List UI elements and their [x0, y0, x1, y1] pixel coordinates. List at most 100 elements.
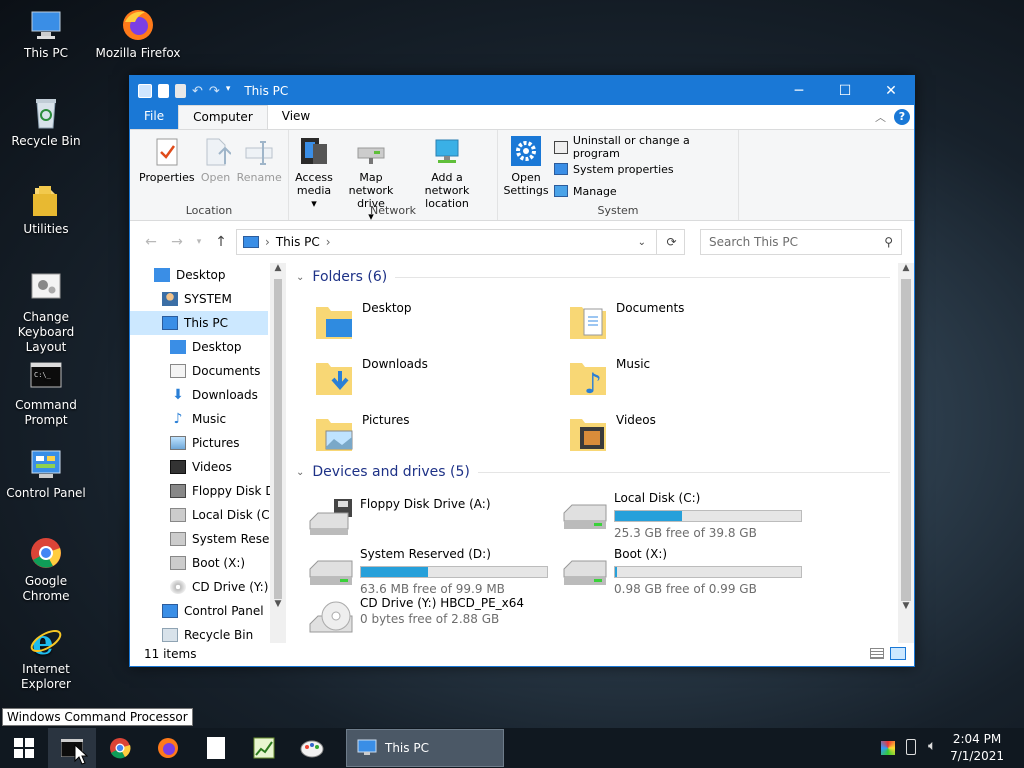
- desktop-icon-utilities[interactable]: Utilities: [0, 184, 92, 237]
- minimize-button[interactable]: ─: [776, 76, 822, 105]
- nav-item-system-reserved[interactable]: System Reserve: [170, 527, 286, 551]
- section-drives-header[interactable]: ⌄ Devices and drives (5): [296, 464, 890, 480]
- tab-computer[interactable]: Computer: [178, 105, 268, 129]
- tab-file[interactable]: File: [130, 105, 179, 129]
- nav-item-pictures[interactable]: Pictures: [170, 431, 240, 455]
- nav-item-floppy[interactable]: Floppy Disk Dri: [170, 479, 283, 503]
- taskbar-command-prompt[interactable]: [48, 728, 96, 768]
- desktop-icon-firefox[interactable]: Mozilla Firefox: [92, 8, 184, 61]
- ribbon-tabs: File Computer View ︿ ?: [130, 105, 914, 129]
- desktop-icon-command-prompt[interactable]: C:\_ Command Prompt: [0, 360, 92, 428]
- content-scrollbar[interactable]: ▲ ▼: [898, 263, 914, 643]
- mouse-cursor-icon: [74, 744, 88, 765]
- desktop-icon-label: Change Keyboard Layout: [17, 310, 75, 354]
- redo-icon[interactable]: ↷: [209, 84, 220, 99]
- nav-item-music[interactable]: ♪ Music: [170, 407, 227, 431]
- folder-item-videos[interactable]: Videos: [568, 413, 656, 453]
- qa-dropdown-icon[interactable]: ▾: [226, 84, 231, 98]
- drive-item-local-disk[interactable]: Local Disk (C:) 25.3 GB free of 39.8 GB: [562, 491, 812, 540]
- folder-item-pictures[interactable]: Pictures: [314, 413, 410, 453]
- volume-muted-icon[interactable]: 🔈︎: [928, 738, 936, 754]
- folder-item-downloads[interactable]: Downloads: [314, 357, 428, 397]
- address-bar-row: ← → ▾ ↑ › This PC › ⌄ ⟳ Search This PC ⚲: [130, 221, 914, 263]
- downloads-folder-icon: [314, 357, 354, 397]
- nav-item-videos[interactable]: Videos: [170, 455, 232, 479]
- desktop-folder-icon: [314, 301, 354, 341]
- desktop-icon-internet-explorer[interactable]: e Internet Explorer: [0, 623, 92, 692]
- folder-item-music[interactable]: ♪ Music: [568, 357, 650, 400]
- folder-item-desktop[interactable]: Desktop: [314, 301, 412, 341]
- properties-qa-icon[interactable]: [158, 83, 169, 98]
- new-folder-qa-icon[interactable]: [175, 83, 186, 98]
- chevron-down-icon: ⌄: [296, 466, 305, 478]
- scroll-down-icon[interactable]: ▼: [270, 599, 286, 615]
- nav-item-control-panel[interactable]: Control Panel: [162, 599, 264, 623]
- address-box[interactable]: › This PC › ⌄: [236, 229, 685, 255]
- refresh-button[interactable]: ⟳: [656, 229, 686, 255]
- manage-button[interactable]: Manage: [554, 180, 738, 202]
- taskbar-this-pc-window[interactable]: This PC: [346, 729, 504, 767]
- recent-locations-icon[interactable]: ▾: [194, 237, 204, 247]
- undo-icon[interactable]: ↶: [192, 84, 203, 99]
- nav-item-user[interactable]: SYSTEM: [162, 287, 232, 311]
- desktop-icon-keyboard-layout[interactable]: Change Keyboard Layout: [0, 272, 92, 355]
- scroll-up-icon[interactable]: ▲: [898, 263, 914, 279]
- section-folders-header[interactable]: ⌄ Folders (6): [296, 269, 890, 285]
- desktop-icon-this-pc[interactable]: This PC: [0, 8, 92, 61]
- computer-icon: [357, 739, 377, 755]
- folder-item-documents[interactable]: Documents: [568, 301, 684, 341]
- hard-drive-icon: [309, 560, 353, 585]
- desktop-icon-recycle-bin[interactable]: Recycle Bin: [0, 96, 92, 149]
- maximize-button[interactable]: ☐: [822, 76, 868, 105]
- uninstall-program-button[interactable]: Uninstall or change a program: [554, 134, 738, 160]
- collapse-ribbon-icon[interactable]: ︿: [875, 109, 886, 125]
- search-input[interactable]: Search This PC: [709, 235, 798, 249]
- scroll-up-icon[interactable]: ▲: [270, 263, 286, 279]
- desktop-icon-label: Internet Explorer: [21, 662, 71, 691]
- details-view-icon[interactable]: [870, 648, 884, 659]
- nav-item-desktop-root[interactable]: Desktop: [154, 263, 226, 287]
- tray-color-icon[interactable]: [881, 741, 895, 755]
- drive-item-floppy[interactable]: Floppy Disk Drive (A:): [308, 497, 558, 545]
- drive-item-cd[interactable]: CD Drive (Y:) HBCD_PE_x64 0 bytes free o…: [308, 596, 558, 643]
- breadcrumb-this-pc[interactable]: This PC: [276, 235, 320, 249]
- taskbar-paint[interactable]: [288, 728, 336, 768]
- tray-clock[interactable]: 2:04 PM 7/1/2021: [950, 731, 1004, 765]
- nav-item-downloads[interactable]: ⬇ Downloads: [170, 383, 258, 407]
- nav-item-recycle-bin[interactable]: Recycle Bin: [162, 623, 253, 643]
- taskbar-task-manager[interactable]: [240, 728, 288, 768]
- up-button[interactable]: ↑: [212, 234, 230, 250]
- tab-view[interactable]: View: [268, 105, 324, 129]
- nav-scroll-thumb[interactable]: [274, 279, 282, 599]
- help-icon[interactable]: ?: [894, 109, 910, 125]
- nav-item-documents[interactable]: Documents: [170, 359, 260, 383]
- address-dropdown-icon[interactable]: ⌄: [638, 237, 646, 248]
- taskbar-notepad[interactable]: [192, 728, 240, 768]
- cd-drive-icon: [309, 601, 353, 633]
- nav-item-local-disk[interactable]: Local Disk (C:): [170, 503, 278, 527]
- title-bar[interactable]: ↶ ↷ ▾ This PC ─ ☐ ✕: [130, 76, 914, 105]
- large-icons-view-icon[interactable]: [890, 647, 906, 660]
- nav-scrollbar[interactable]: ▲ ▼: [270, 263, 286, 643]
- close-button[interactable]: ✕: [868, 76, 914, 105]
- back-button[interactable]: ←: [142, 234, 160, 250]
- system-properties-button[interactable]: System properties: [554, 158, 738, 180]
- desktop-icon-chrome[interactable]: Google Chrome: [0, 536, 92, 604]
- start-button[interactable]: [0, 728, 48, 768]
- desktop-icon-control-panel[interactable]: Control Panel: [0, 448, 92, 501]
- drive-item-boot[interactable]: Boot (X:) 0.98 GB free of 0.99 GB: [562, 547, 812, 596]
- taskbar-chrome[interactable]: [96, 728, 144, 768]
- nav-item-this-pc[interactable]: This PC: [130, 311, 268, 335]
- content-scroll-thumb[interactable]: [901, 279, 911, 601]
- nav-item-boot[interactable]: Boot (X:): [170, 551, 245, 575]
- nav-item-desktop[interactable]: Desktop: [170, 335, 242, 359]
- scroll-down-icon[interactable]: ▼: [898, 601, 914, 617]
- taskbar-firefox[interactable]: [144, 728, 192, 768]
- settings-gear-icon: [511, 136, 541, 168]
- drive-item-system-reserved[interactable]: System Reserved (D:) 63.6 MB free of 99.…: [308, 547, 558, 596]
- ribbon-group-location: Properties Open Rename Location: [130, 130, 289, 220]
- nav-item-cd-drive[interactable]: CD Drive (Y:) H: [170, 575, 281, 599]
- usb-icon[interactable]: [906, 739, 916, 755]
- forward-button[interactable]: →: [168, 234, 186, 250]
- search-box[interactable]: Search This PC ⚲: [700, 229, 902, 255]
